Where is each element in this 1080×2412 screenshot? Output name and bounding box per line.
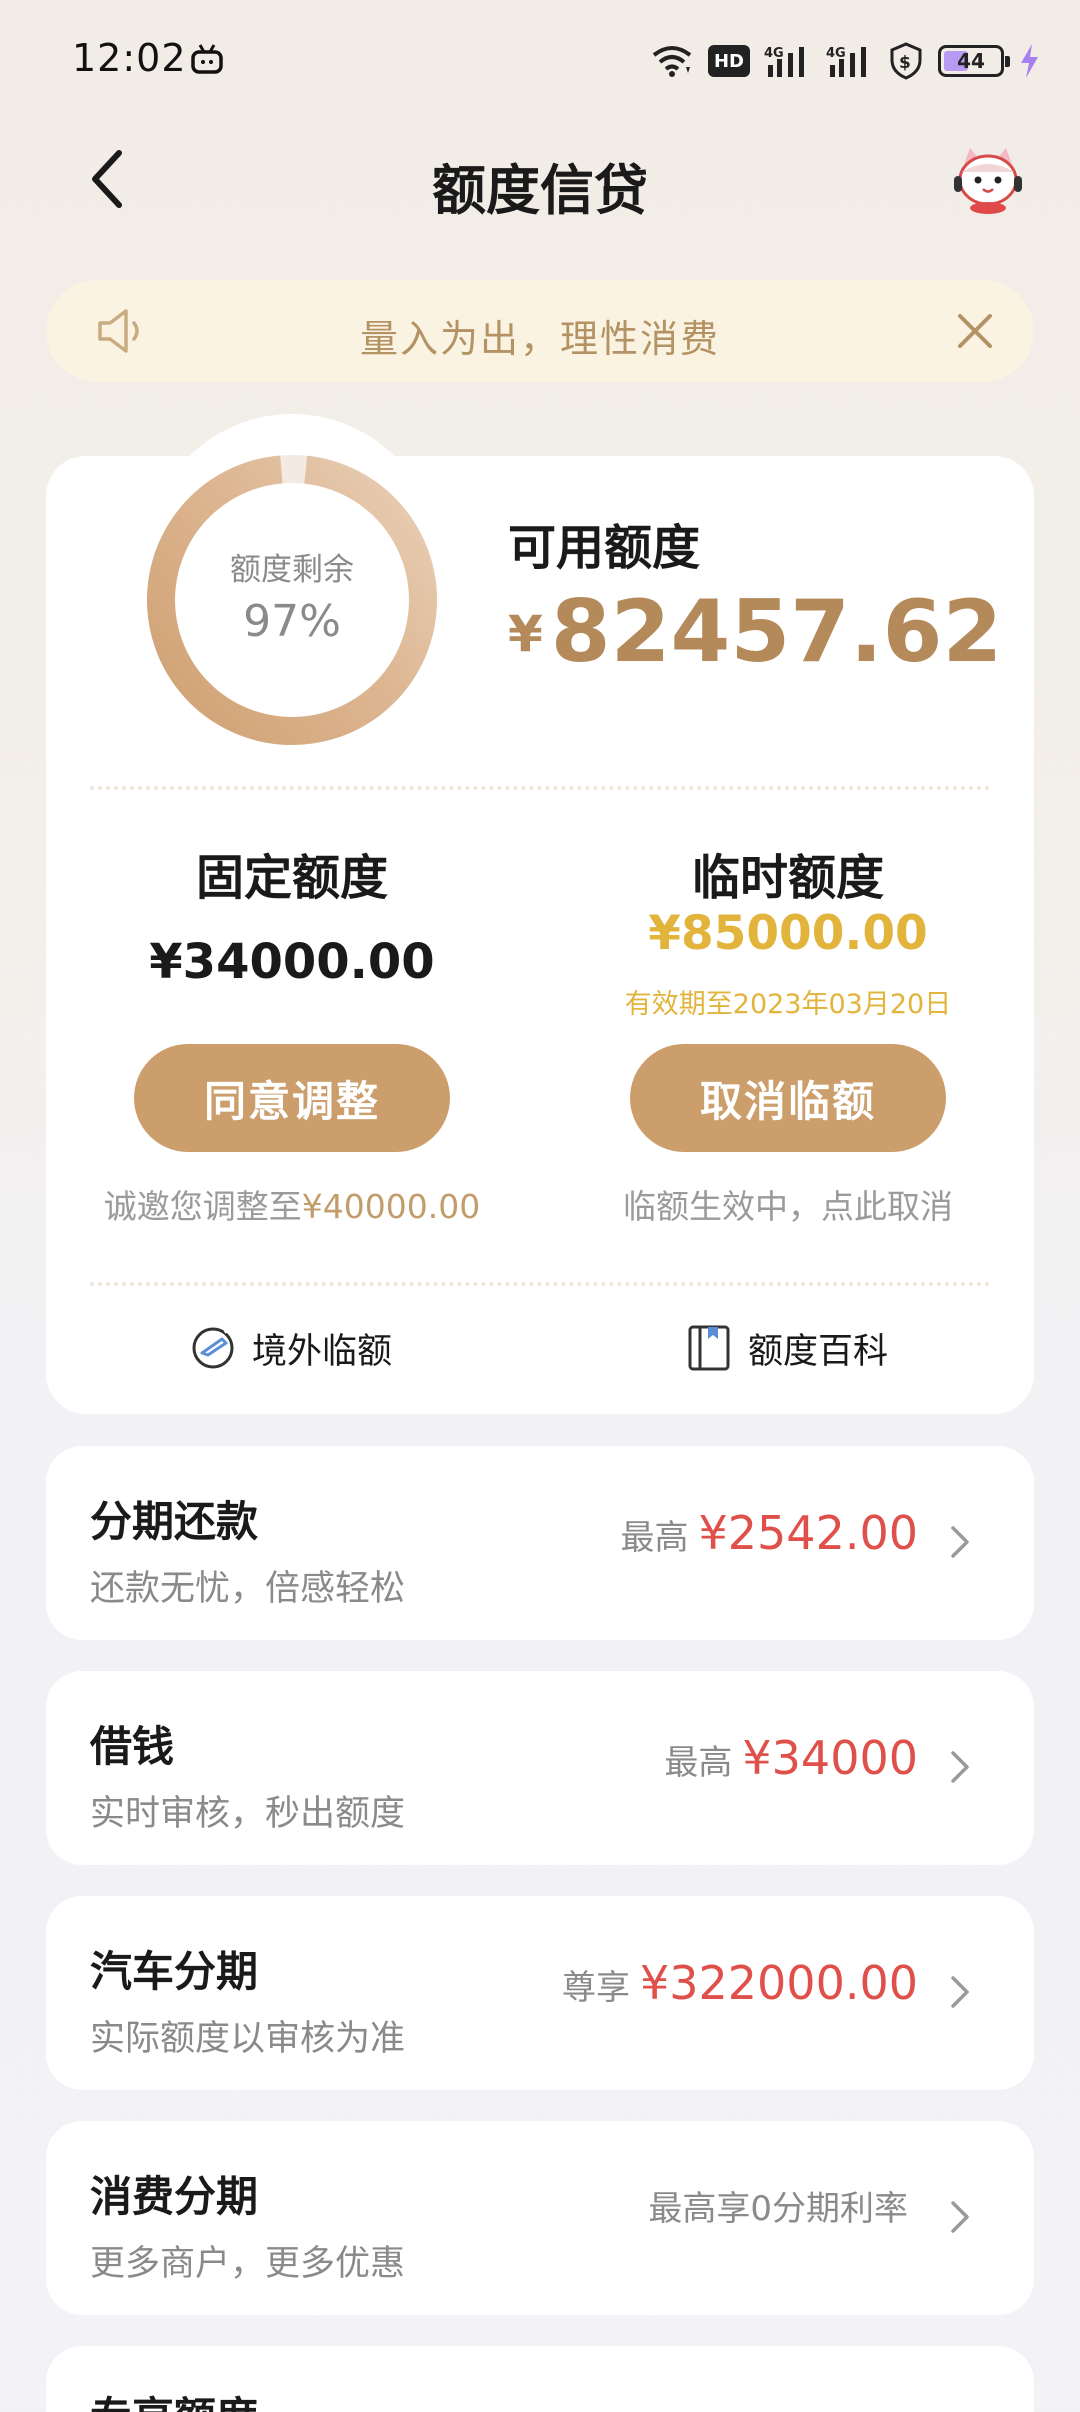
list-item-consumer-installment[interactable]: 消费分期 更多商户，更多优惠 最高享0分期利率	[46, 2121, 1034, 2315]
list-item-prefix: 最高	[620, 1518, 689, 1558]
notice-banner: 量入为出，理性消费	[46, 280, 1034, 382]
chevron-right-icon	[951, 1751, 969, 1783]
dotted-divider	[90, 786, 990, 790]
list-item-title: 消费分期	[90, 2172, 259, 2221]
list-item-prefix: 最高享0分期利率	[648, 2189, 908, 2229]
list-item-amount: ¥2542.00	[698, 1506, 919, 1560]
list-item-amount: ¥34000	[742, 1731, 918, 1785]
status-bar: 12:02 HD 4G 4G $ 44	[0, 0, 1080, 124]
battery-level: 44	[957, 49, 985, 73]
list-item-installment-repay[interactable]: 分期还款 还款无忧，倍感轻松 最高 ¥2542.00	[46, 1446, 1034, 1640]
list-item-offer: 最高享0分期利率	[648, 2181, 918, 2251]
list-item-borrow[interactable]: 借钱 实时审核，秒出额度 最高 ¥34000	[46, 1671, 1034, 1865]
fixed-limit-title: 固定额度	[195, 850, 388, 906]
app-header: 额度信贷	[0, 124, 1080, 236]
temp-limit-note[interactable]: 临额生效中，点此取消	[538, 1180, 1038, 1228]
notice-text: 量入为出，理性消费	[359, 317, 720, 361]
limit-wiki-link[interactable]: 额度百科	[684, 1318, 888, 1378]
wifi-icon	[652, 46, 692, 77]
chevron-right-icon	[951, 2201, 969, 2233]
shield-icon: $	[890, 42, 922, 80]
list-item-title: 汽车分期	[90, 1947, 259, 1996]
list-item-car-installment[interactable]: 汽车分期 实际额度以审核为准 尊享 ¥322000.00	[46, 1896, 1034, 2090]
charging-bolt-icon	[1021, 44, 1038, 78]
adjust-invite-note[interactable]: 诚邀您调整至¥40000.00	[42, 1180, 542, 1228]
overseas-temp-label: 境外临额	[252, 1331, 393, 1372]
page-title: 额度信贷	[432, 159, 648, 222]
list-item-amount: ¥322000.00	[639, 1956, 918, 2010]
adjust-invite-amount: ¥40000.00	[301, 1187, 481, 1226]
mascot-icon[interactable]	[950, 142, 1026, 218]
limit-wiki-label: 额度百科	[748, 1331, 889, 1372]
remaining-ring: 额度剩余 97%	[144, 452, 440, 748]
available-amount-value: 82457.62	[550, 582, 1003, 682]
list-item-subtitle: 还款无忧，倍感轻松	[90, 1569, 406, 1609]
status-icons: HD 4G 4G $ 44	[650, 38, 1040, 84]
book-icon	[688, 1325, 730, 1371]
ring-percent: 97%	[243, 596, 341, 647]
dotted-divider	[90, 1282, 990, 1286]
status-time: 12:02	[72, 36, 187, 80]
signal-4g-icon: 4G	[764, 46, 804, 77]
list-item-subtitle: 实时审核，秒出额度	[90, 1794, 406, 1834]
list-item-title: 借钱	[90, 1722, 175, 1771]
available-label: 可用额度	[508, 520, 701, 576]
list-item-offer: 最高 ¥34000	[664, 1731, 918, 1801]
overseas-temp-link[interactable]: 境外临额	[188, 1318, 392, 1378]
list-item-prefix: 最高	[664, 1743, 733, 1783]
tv-icon	[191, 44, 223, 74]
available-amount: ¥82457.62	[508, 582, 1002, 682]
fixed-limit-amount: ¥34000.00	[149, 934, 435, 990]
chevron-right-icon	[951, 1976, 969, 2008]
close-icon[interactable]	[950, 306, 1000, 356]
signal-4g-icon: 4G	[826, 46, 866, 77]
currency-symbol: ¥	[508, 605, 543, 663]
plane-globe-icon	[192, 1324, 234, 1369]
temp-limit-validity: 有效期至2023年03月20日	[624, 989, 952, 1020]
agree-adjust-button[interactable]: 同意调整	[134, 1044, 450, 1152]
list-item-offer: 尊享 ¥322000.00	[562, 1956, 918, 2026]
battery-icon: 44	[938, 45, 1010, 77]
list-item-exclusive-limit[interactable]: 专享额度	[46, 2346, 1034, 2412]
list-item-prefix: 尊享	[561, 1968, 630, 2008]
list-item-title: 专享额度	[90, 2384, 258, 2412]
hd-icon: HD	[708, 45, 750, 77]
adjust-invite-text: 诚邀您调整至	[103, 1187, 302, 1226]
cancel-temp-limit-button[interactable]: 取消临额	[630, 1044, 946, 1152]
list-item-offer: 最高 ¥2542.00	[621, 1506, 919, 1576]
list-item-subtitle: 实际额度以审核为准	[90, 2019, 406, 2059]
chevron-right-icon	[951, 1526, 969, 1558]
svg-text:4G: 4G	[826, 46, 846, 61]
list-item-subtitle: 更多商户，更多优惠	[90, 2244, 406, 2284]
svg-text:4G: 4G	[764, 46, 784, 61]
ring-label: 额度剩余	[230, 552, 354, 588]
svg-text:$: $	[899, 53, 911, 73]
list-item-title: 分期还款	[90, 1497, 259, 1546]
temp-limit-amount: ¥85000.00	[648, 906, 928, 961]
temp-limit-title: 临时额度	[691, 850, 884, 906]
